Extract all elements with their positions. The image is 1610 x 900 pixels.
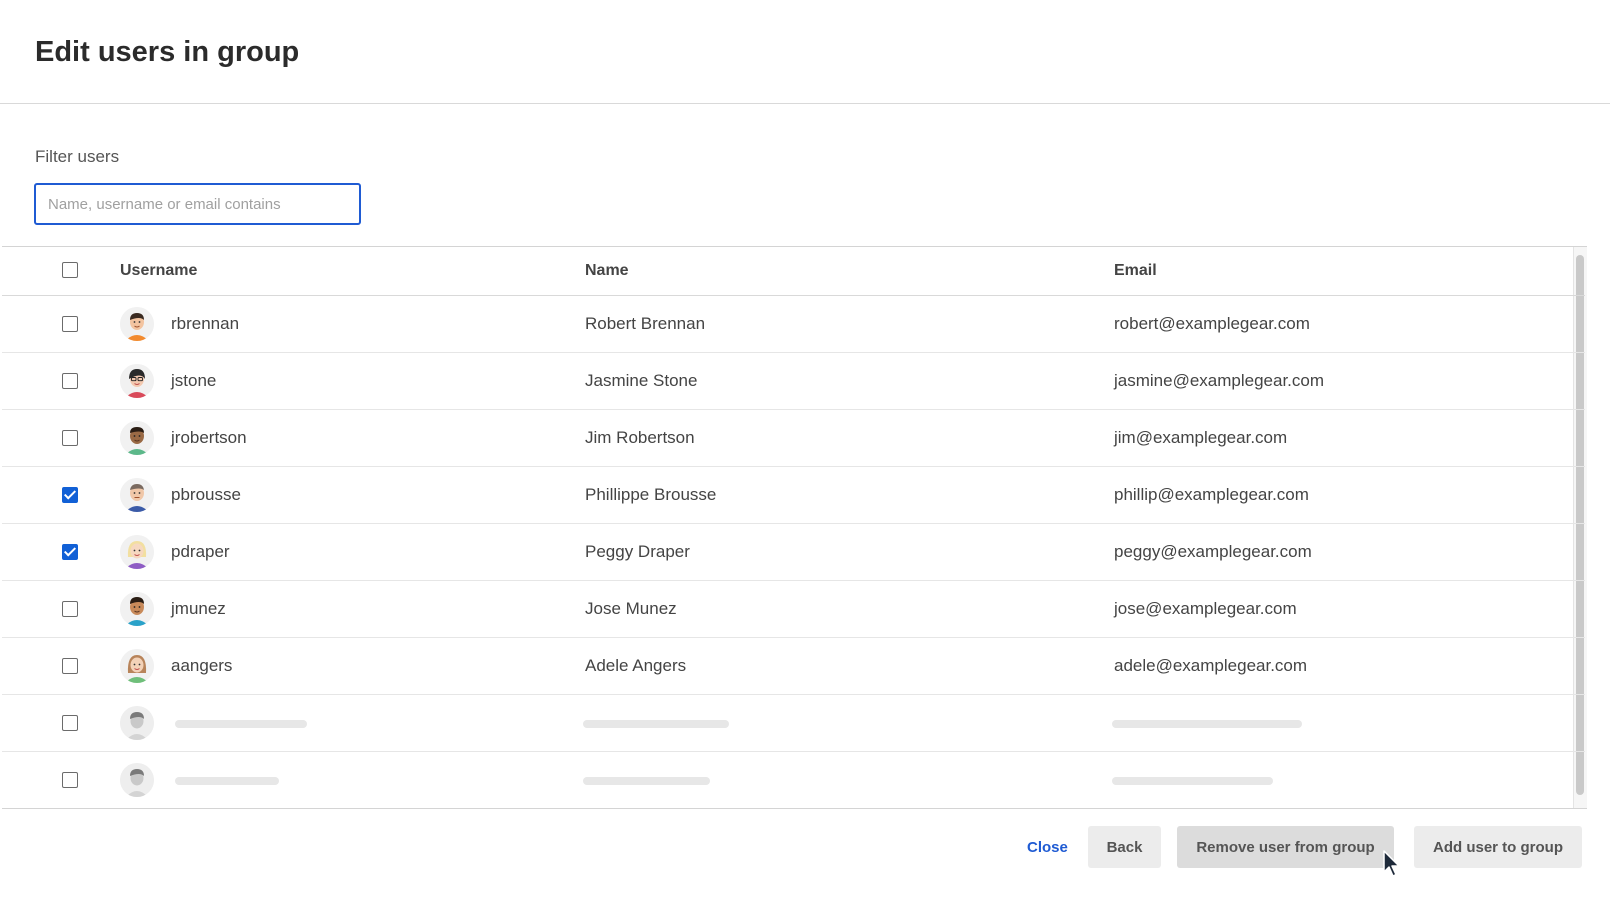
username-cell: rbrennan	[171, 314, 240, 333]
female-avatar-green-shirt-icon	[120, 649, 154, 683]
add-user-button[interactable]: Add user to group	[1414, 826, 1582, 868]
name-cell: Jasmine Stone	[585, 371, 698, 390]
row-checkbox[interactable]	[62, 772, 78, 788]
email-cell: peggy@examplegear.com	[1114, 542, 1312, 561]
email-cell: jose@examplegear.com	[1114, 599, 1297, 618]
male-avatar-orange-shirt-icon	[120, 307, 154, 341]
table-row[interactable]: pdraper Peggy Draper peggy@examplegear.c…	[2, 524, 1585, 581]
email-cell: jim@examplegear.com	[1114, 428, 1288, 447]
row-checkbox[interactable]	[62, 487, 78, 503]
male-avatar-teal-shirt-icon	[120, 592, 154, 626]
table-header-row: Username Name Email	[2, 247, 1585, 296]
table-row[interactable]: aangers Adele Angers adele@examplegear.c…	[2, 638, 1585, 695]
username-cell: jmunez	[171, 599, 226, 618]
name-cell: Adele Angers	[585, 656, 687, 675]
username-cell: jstone	[171, 371, 217, 390]
dialog-header: Edit users in group	[0, 0, 1610, 104]
username-cell: jrobertson	[171, 428, 247, 447]
row-checkbox[interactable]	[62, 601, 78, 617]
loading-row	[2, 752, 1585, 809]
column-header-username[interactable]: Username	[120, 262, 197, 280]
close-button[interactable]: Close	[1009, 826, 1081, 868]
male-avatar-blue-shirt-icon	[120, 478, 154, 512]
email-cell: adele@examplegear.com	[1114, 656, 1308, 675]
select-all-checkbox[interactable]	[62, 262, 78, 278]
table-row[interactable]: jrobertson Jim Robertson jim@examplegear…	[2, 410, 1585, 467]
row-checkbox[interactable]	[62, 316, 78, 332]
username-cell: pbrousse	[171, 485, 241, 504]
filter-label: Filter users	[35, 147, 120, 166]
loading-row	[2, 695, 1585, 752]
row-checkbox[interactable]	[62, 430, 78, 446]
name-cell: Jim Robertson	[585, 428, 695, 447]
row-checkbox[interactable]	[62, 658, 78, 674]
row-checkbox[interactable]	[62, 373, 78, 389]
mouse-cursor-icon	[1383, 850, 1400, 877]
loading-placeholder	[1112, 720, 1302, 728]
email-cell: phillip@examplegear.com	[1114, 485, 1309, 504]
female-avatar-purple-shirt-icon	[120, 535, 154, 569]
username-cell: pdraper	[171, 542, 230, 561]
column-header-name[interactable]: Name	[585, 262, 629, 280]
name-cell: Phillippe Brousse	[585, 485, 717, 504]
loading-placeholder	[583, 777, 710, 785]
filter-users-input[interactable]	[34, 183, 361, 225]
row-checkbox[interactable]	[62, 715, 78, 731]
table-row[interactable]: jstone Jasmine Stone jasmine@examplegear…	[2, 353, 1585, 410]
email-cell: robert@examplegear.com	[1114, 314, 1310, 333]
username-cell: aangers	[171, 656, 233, 675]
remove-user-button[interactable]: Remove user from group	[1177, 826, 1394, 868]
email-cell: jasmine@examplegear.com	[1114, 371, 1325, 390]
female-avatar-glasses-icon	[120, 364, 154, 398]
placeholder-avatar-icon	[120, 706, 154, 740]
dialog-title: Edit users in group	[35, 36, 300, 68]
table-row[interactable]: pbrousse Phillippe Brousse phillip@examp…	[2, 467, 1585, 524]
row-checkbox[interactable]	[62, 544, 78, 560]
loading-placeholder	[175, 777, 279, 785]
table-row[interactable]: jmunez Jose Munez jose@examplegear.com	[2, 581, 1585, 638]
name-cell: Peggy Draper	[585, 542, 690, 561]
back-button[interactable]: Back	[1088, 826, 1161, 868]
male-avatar-green-shirt-icon	[120, 421, 154, 455]
table-row[interactable]: rbrennan Robert Brennan robert@examplege…	[2, 296, 1585, 353]
loading-placeholder	[583, 720, 729, 728]
loading-placeholder	[175, 720, 307, 728]
users-table: Username Name Email rbrennan Robert Bren…	[2, 246, 1587, 809]
name-cell: Robert Brennan	[585, 314, 706, 333]
loading-placeholder	[1112, 777, 1273, 785]
column-header-email[interactable]: Email	[1114, 262, 1157, 280]
name-cell: Jose Munez	[585, 599, 677, 618]
placeholder-avatar-icon	[120, 763, 154, 797]
